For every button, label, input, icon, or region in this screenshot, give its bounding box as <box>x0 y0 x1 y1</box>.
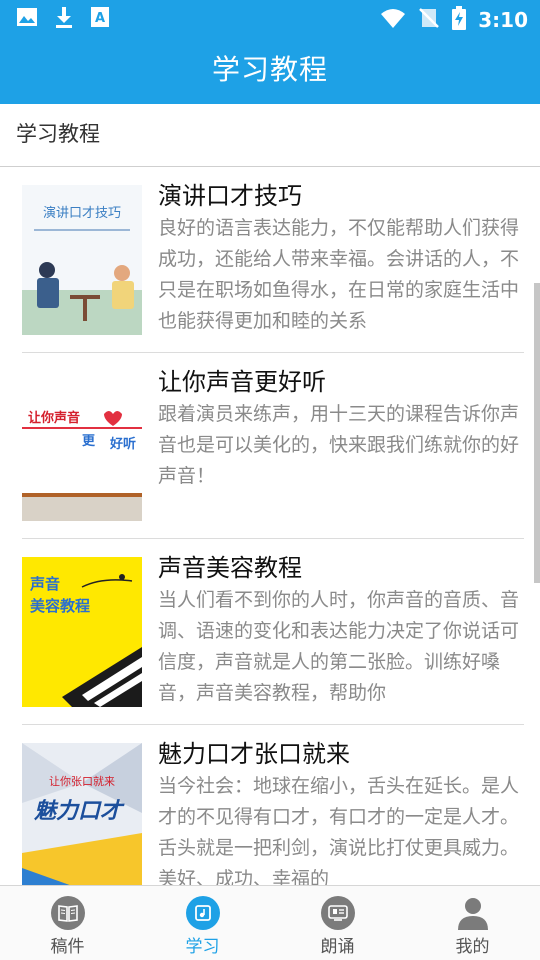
tab-study[interactable]: 学习 <box>135 886 270 960</box>
thumb-title-text: 演讲口才技巧 <box>43 205 121 221</box>
course-title: 声音美容教程 <box>158 554 302 582</box>
tab-label: 我的 <box>455 937 490 957</box>
app-bar: 学习教程 <box>0 36 540 104</box>
course-description: 当今社会：地球在缩小，舌头在延长。是人才的不见得有口才，有口才的一定是人才。 舌… <box>158 775 520 885</box>
course-thumbnail: 让你张口就来 魅力口才 <box>22 743 142 885</box>
app-title: 学习教程 <box>211 53 328 86</box>
svg-text:A: A <box>95 11 105 26</box>
course-thumbnail: 声音 美容教程 <box>22 557 142 707</box>
tab-manuscripts[interactable]: 稿件 <box>0 886 135 960</box>
svg-text:更: 更 <box>82 434 96 449</box>
course-title: 魅力口才张口就来 <box>158 740 350 768</box>
a-icon: A <box>90 6 110 32</box>
scrollbar[interactable] <box>534 283 540 583</box>
list-item[interactable]: 让你张口就来 魅力口才 魅力口才张口就来 当今社会：地球在缩小，舌头在延长。是人… <box>22 725 524 885</box>
tab-label: 学习 <box>185 937 220 957</box>
thumb-title-text: 声音 <box>29 575 60 593</box>
clock-time: 3:10 <box>478 8 528 32</box>
course-description: 跟着演员来练声，用十三天的课程告诉你声音也是可以美化的，快来跟我们练就你的好声音… <box>158 403 520 487</box>
course-thumbnail: 演讲口才技巧 <box>22 185 142 335</box>
course-description: 良好的语言表达能力，不仅能帮助人们获得成功，还能给人带来幸福。会讲话的人，不只是… <box>158 217 520 332</box>
status-bar: A 3:10 <box>0 0 540 36</box>
list-item[interactable]: 声音 美容教程 声音美容教程 当人们看不到你的人时，你声音的音质、音调、语速的变… <box>22 539 524 725</box>
course-thumbnail: 让你声音 更 好听 <box>22 371 142 521</box>
section-title: 学习教程 <box>16 122 100 146</box>
svg-text:好听: 好听 <box>109 436 136 452</box>
section-header: 学习教程 <box>0 104 540 167</box>
course-list[interactable]: 演讲口才技巧 演讲口才技巧 良好的语言表达能力，不仅能帮助人们获得成功，还能给人… <box>0 167 540 885</box>
svg-text:美容教程: 美容教程 <box>30 597 90 615</box>
bottom-navigation: 稿件 学习 朗诵 我的 <box>0 885 540 960</box>
thumb-title-text: 让你声音 <box>28 410 80 426</box>
course-title: 让你声音更好听 <box>158 368 326 396</box>
tab-label: 朗诵 <box>320 937 355 957</box>
tab-label: 稿件 <box>50 937 85 957</box>
study-icon <box>185 896 220 930</box>
wifi-icon <box>380 7 406 33</box>
thumb-title-text: 让你张口就来 <box>49 774 115 788</box>
no-signal-icon <box>418 7 440 33</box>
recite-icon <box>320 896 355 930</box>
person-icon <box>456 896 490 930</box>
image-icon <box>16 7 38 31</box>
list-item[interactable]: 让你声音 更 好听 让你声音更好听 跟着演员来练声，用十三天的课程告诉你声音也是… <box>22 353 524 539</box>
course-description: 当人们看不到你的人时，你声音的音质、音调、语速的变化和表达能力决定了你说话可信度… <box>158 589 520 704</box>
book-icon <box>50 896 85 930</box>
course-title: 演讲口才技巧 <box>158 182 302 210</box>
tab-profile[interactable]: 我的 <box>405 886 540 960</box>
download-icon <box>54 6 74 32</box>
list-item[interactable]: 演讲口才技巧 演讲口才技巧 良好的语言表达能力，不仅能帮助人们获得成功，还能给人… <box>22 167 524 353</box>
battery-charging-icon <box>452 6 467 34</box>
svg-text:魅力口才: 魅力口才 <box>34 798 125 824</box>
tab-recite[interactable]: 朗诵 <box>270 886 405 960</box>
